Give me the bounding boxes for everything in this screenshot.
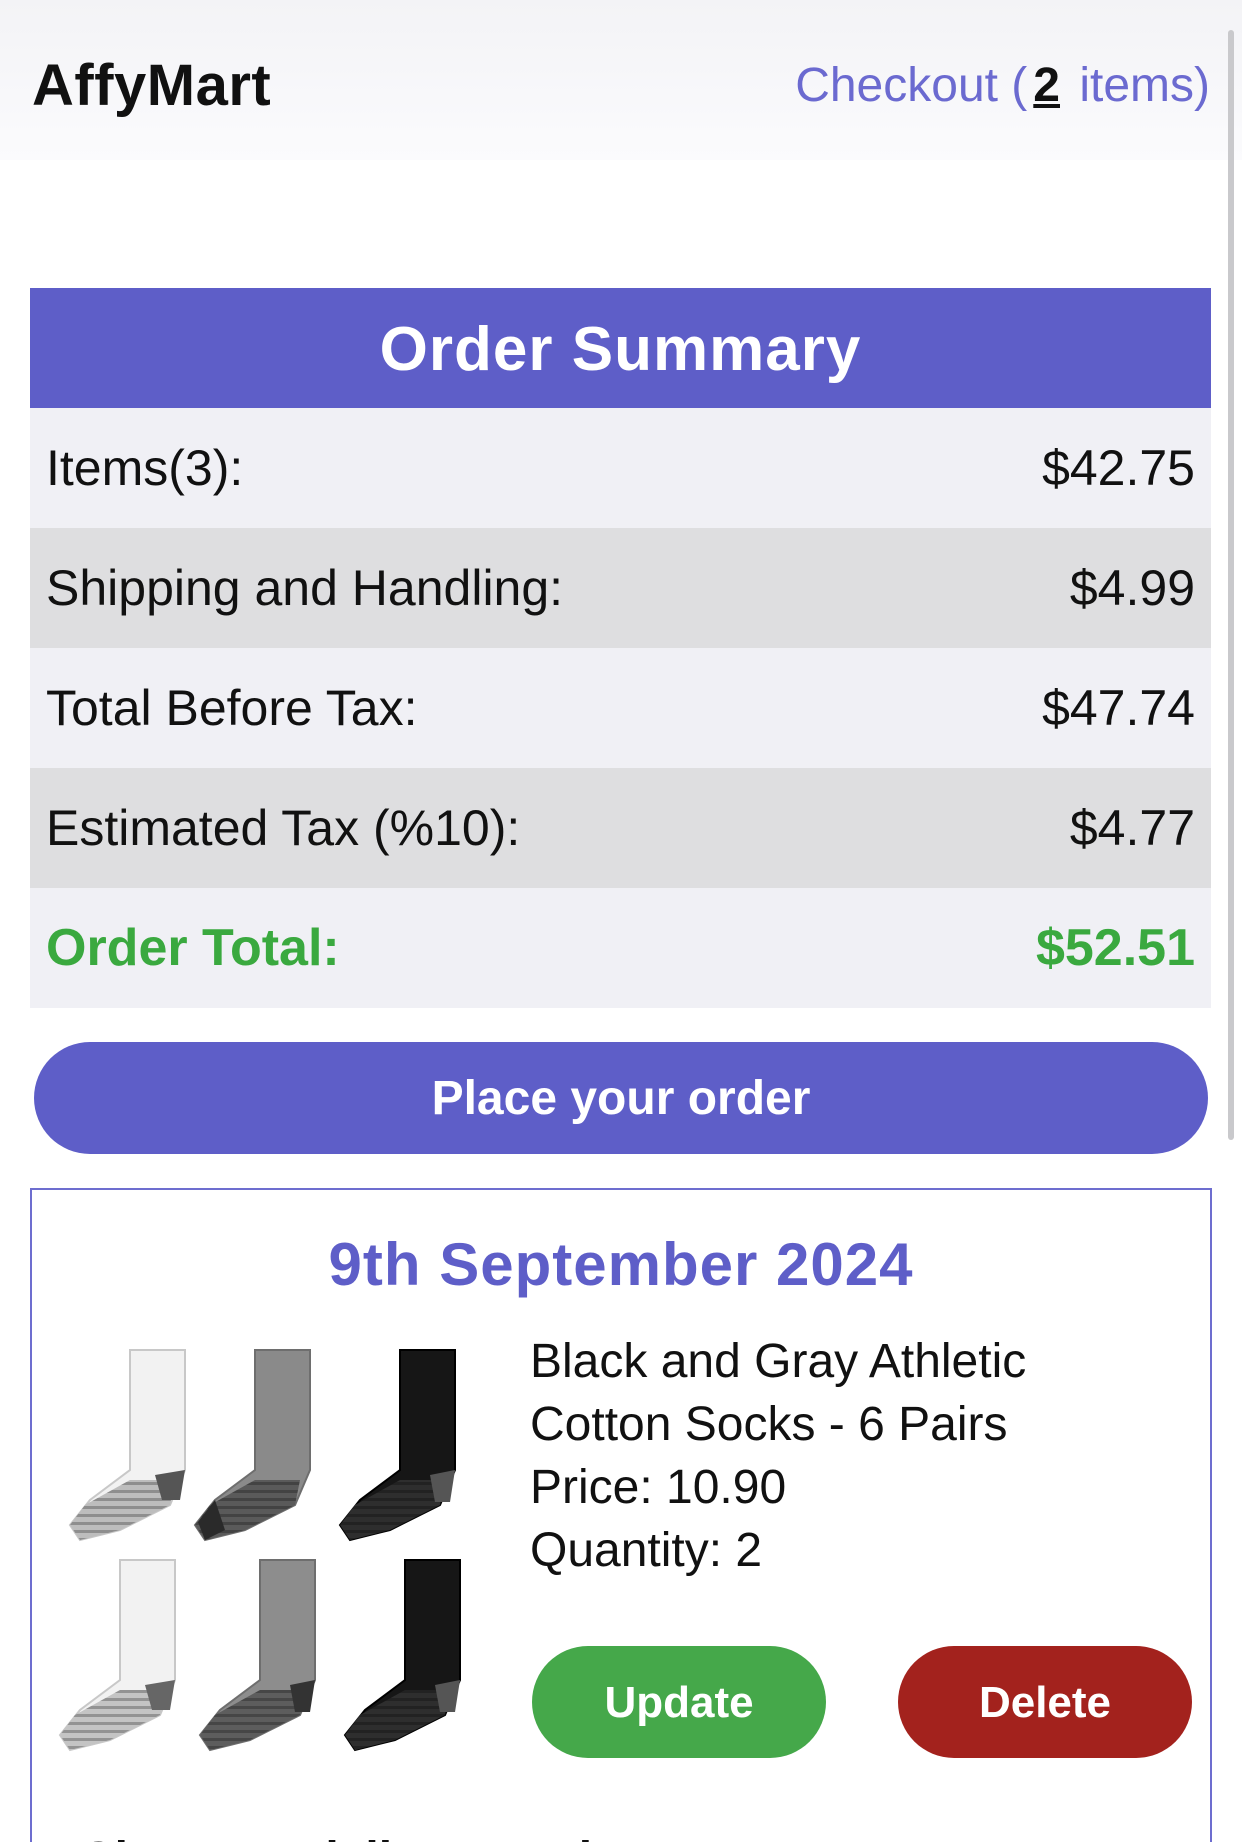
sock-black-2 <box>343 1559 461 1752</box>
brand-logo[interactable]: AffyMart <box>32 52 271 119</box>
summary-row-value: $4.99 <box>1069 560 1195 616</box>
summary-row-value: $47.74 <box>1042 680 1195 736</box>
sock-white-1 <box>68 1349 186 1542</box>
checkout-prefix: Checkout ( <box>795 59 1028 112</box>
summary-row-label: Total Before Tax: <box>46 680 418 736</box>
product-price: Price: 10.90 <box>530 1461 787 1514</box>
summary-row-items: Items(3): $42.75 <box>30 408 1211 528</box>
order-date: 9th September 2024 <box>328 1231 914 1298</box>
summary-row-value: $4.77 <box>1069 800 1195 856</box>
order-summary-title: Order Summary <box>30 288 1211 408</box>
product-name-line2: Cotton Socks - 6 Pairs <box>530 1398 1008 1451</box>
checkout-item-count: 2 <box>1033 59 1060 112</box>
delete-button[interactable]: Delete <box>898 1646 1192 1758</box>
summary-row-label: Shipping and Handling: <box>46 560 564 616</box>
product-name-line1: Black and Gray Athletic <box>530 1335 1027 1388</box>
checkout-suffix: items) <box>1066 59 1210 112</box>
sock-white-2 <box>58 1559 176 1752</box>
summary-row-value: $42.75 <box>1042 440 1195 496</box>
update-button[interactable]: Update <box>532 1646 826 1758</box>
sock-gray-1 <box>193 1349 311 1542</box>
socks-product-image[interactable] <box>50 1330 530 1780</box>
product-quantity: Quantity: 2 <box>530 1524 763 1577</box>
product-info: Black and Gray Athletic Cotton Socks - 6… <box>530 1330 1170 1582</box>
summary-row-label: Estimated Tax (%10): <box>46 800 521 856</box>
page: AffyMart Checkout (2 items) Order Summar… <box>0 0 1242 1842</box>
header: AffyMart Checkout (2 items) <box>0 0 1242 160</box>
order-card: 9th September 2024 Black and Gray Athlet… <box>30 1188 1212 1842</box>
sock-gray-2 <box>198 1559 316 1752</box>
summary-row-shipping: Shipping and Handling: $4.99 <box>30 528 1211 648</box>
order-total-value: $52.51 <box>1035 919 1195 977</box>
summary-row-label: Items(3): <box>46 440 244 496</box>
scrollbar[interactable] <box>1228 30 1234 1140</box>
summary-row-before-tax: Total Before Tax: $47.74 <box>30 648 1211 768</box>
summary-row-order-total: Order Total: $52.51 <box>30 888 1211 1008</box>
checkout-link[interactable]: Checkout (2 items) <box>795 58 1210 113</box>
order-total-label: Order Total: <box>46 919 340 977</box>
summary-row-tax: Estimated Tax (%10): $4.77 <box>30 768 1211 888</box>
delivery-option-heading: Choose a delivery option <box>80 1832 651 1842</box>
sock-black-1 <box>338 1349 456 1542</box>
order-summary: Order Summary Items(3): $42.75 Shipping … <box>30 288 1211 1008</box>
place-order-button[interactable]: Place your order <box>34 1042 1208 1154</box>
